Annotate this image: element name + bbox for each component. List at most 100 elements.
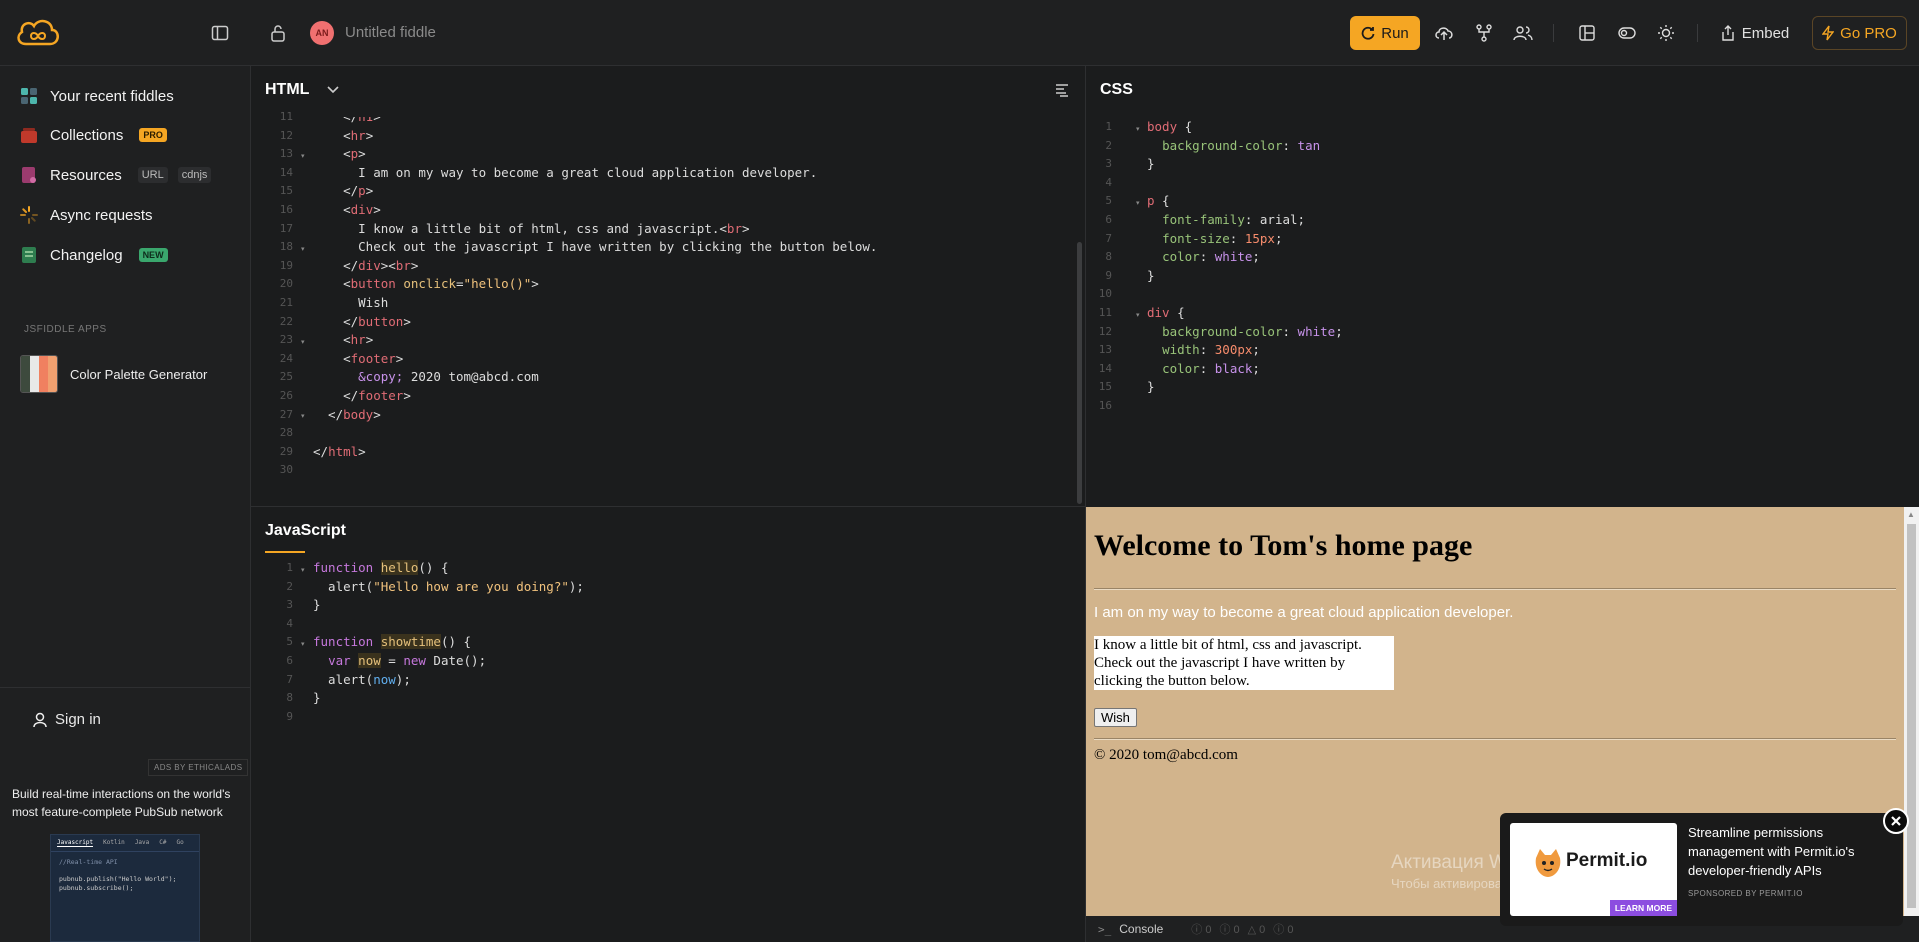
- lightning-icon: [1822, 25, 1835, 41]
- ad-tab: C#: [159, 839, 167, 846]
- theme-sun-icon[interactable]: [1654, 16, 1678, 50]
- permit-text[interactable]: Streamline permissions management with P…: [1688, 823, 1888, 880]
- html-pane: HTML 11 12 13 14 15 16 17 18 19 20 21 22 23 24 25 26 27 2…: [251, 66, 1086, 507]
- embed-label: Embed: [1741, 24, 1790, 42]
- lock-icon[interactable]: [268, 23, 288, 43]
- sidebar-item-label: Async requests: [50, 206, 153, 224]
- run-button[interactable]: Run: [1350, 16, 1420, 50]
- collaborate-icon[interactable]: [1511, 16, 1535, 50]
- preview-div: I know a little bit of html, css and jav…: [1094, 636, 1394, 690]
- html-scrollbar[interactable]: [1077, 242, 1082, 504]
- go-pro-button[interactable]: Go PRO: [1812, 16, 1907, 50]
- console-count: ⓘ 0: [1191, 924, 1212, 936]
- terminal-icon: >_: [1098, 922, 1112, 936]
- preview-heading: Welcome to Tom's home page: [1094, 529, 1473, 562]
- preview-hr: [1094, 738, 1896, 740]
- toolbar-divider: [1553, 24, 1554, 42]
- fiddle-title[interactable]: Untitled fiddle: [345, 24, 436, 41]
- sidebar-item-label: Your recent fiddles: [50, 87, 174, 105]
- pro-badge: PRO: [139, 128, 167, 142]
- console-count: ⓘ 0: [1219, 924, 1240, 936]
- console-label: Console: [1119, 922, 1164, 936]
- sidebar-item-async-requests[interactable]: Async requests: [20, 206, 153, 224]
- css-line-numbers: 1 2 3 4 5 6 7 8 9 10 11 12 13 14 15 16: [1098, 120, 1112, 412]
- grid-icon: [20, 87, 38, 105]
- ad-code-line: pubnub.subscribe();: [59, 883, 134, 892]
- palette-thumbnail-icon: [20, 355, 58, 393]
- scroll-thumb[interactable]: [1907, 524, 1916, 908]
- ad-text[interactable]: Build real-time interactions on the worl…: [12, 785, 242, 821]
- new-badge: NEW: [138, 248, 168, 262]
- css-code[interactable]: body { background-color: tan } p { font-…: [1147, 118, 1343, 397]
- resources-icon: [20, 166, 38, 184]
- cdnjs-chip[interactable]: cdnjs: [177, 167, 212, 183]
- sidebar-divider: [0, 687, 251, 688]
- permit-logo[interactable]: Permit.io LEARN MORE: [1510, 823, 1677, 916]
- sign-in-button[interactable]: Sign in: [33, 711, 101, 728]
- console-count: ⓘ 0: [1273, 924, 1294, 936]
- fold-arrows[interactable]: ▾ ▾ ▾ ▾: [301, 148, 305, 427]
- console-count: △ 0: [1247, 923, 1266, 936]
- go-pro-label: Go PRO: [1840, 24, 1897, 42]
- sidebar-item-collections[interactable]: Collections PRO: [20, 126, 167, 144]
- spinner-icon: [20, 206, 38, 224]
- html-pane-title[interactable]: HTML: [265, 81, 309, 99]
- ad-tab: Kotlin: [103, 839, 125, 846]
- refresh-icon: [1361, 26, 1375, 40]
- app-label: Color Palette Generator: [70, 366, 208, 382]
- ads-by-label[interactable]: ADS BY ETHICALADS: [148, 759, 249, 776]
- app-color-palette-generator[interactable]: Color Palette Generator: [20, 355, 207, 393]
- permit-brand: Permit.io: [1566, 850, 1648, 871]
- run-label: Run: [1381, 24, 1409, 42]
- html-code[interactable]: </h1> <hr> <p> I am on my way to become …: [313, 117, 877, 461]
- sidebar-item-label: Resources: [50, 166, 122, 184]
- close-ad-icon[interactable]: [1883, 808, 1909, 834]
- collections-icon: [20, 126, 38, 144]
- preview-footer: © 2020 tom@abcd.com: [1094, 747, 1238, 763]
- sidebar-item-changelog[interactable]: Changelog NEW: [20, 246, 168, 264]
- ad-image[interactable]: Javascript Kotlin Java C# Go //Real-time…: [50, 834, 200, 942]
- js-pane: JavaScript 123456789 function hello() { …: [251, 507, 1086, 942]
- fork-icon[interactable]: [1472, 16, 1496, 50]
- fold-arrows[interactable]: ▾ ▾: [301, 562, 305, 655]
- changelog-icon: [20, 246, 38, 264]
- share-icon: [1721, 25, 1735, 41]
- preview-hr: [1094, 588, 1896, 590]
- sidebar: Your recent fiddles Collections PRO Reso…: [0, 66, 251, 942]
- embed-button[interactable]: Embed: [1712, 16, 1798, 50]
- top-bar: AN Untitled fiddle Run Embed Go PRO: [0, 0, 1919, 66]
- toggle-icon[interactable]: [1615, 16, 1639, 50]
- permit-mascot-icon: [1534, 848, 1562, 878]
- html-line-numbers: 11 12 13 14 15 16 17 18 19 20 21 22 23 24 25 26 27 28 29 30: [279, 110, 293, 477]
- sidebar-item-resources[interactable]: Resources URL cdnjs: [20, 166, 212, 184]
- toolbar-divider: [1697, 24, 1698, 42]
- sidebar-toggle-icon[interactable]: [210, 23, 230, 43]
- js-pane-title[interactable]: JavaScript: [265, 522, 346, 540]
- permit-learn-more[interactable]: LEARN MORE: [1609, 900, 1677, 916]
- css-pane-title[interactable]: CSS: [1100, 81, 1133, 99]
- avatar[interactable]: AN: [310, 21, 334, 45]
- sidebar-item-recent-fiddles[interactable]: Your recent fiddles: [20, 87, 174, 105]
- apps-heading: JSFIDDLE APPS: [24, 324, 107, 335]
- user-icon: [33, 712, 47, 728]
- wish-button[interactable]: Wish: [1094, 708, 1137, 727]
- jsfiddle-logo-icon[interactable]: [14, 14, 62, 50]
- permit-sponsor: SPONSORED BY PERMIT.IO: [1688, 889, 1803, 898]
- layout-icon[interactable]: [1575, 16, 1599, 50]
- ad-code-line: [59, 867, 191, 876]
- js-tab-underline: [265, 551, 305, 553]
- js-code[interactable]: function hello() { alert("Hello how are …: [313, 559, 584, 708]
- url-chip[interactable]: URL: [137, 167, 168, 183]
- permit-ad[interactable]: Permit.io LEARN MORE Streamline permissi…: [1500, 813, 1903, 926]
- fold-arrows[interactable]: ▾ ▾ ▾: [1136, 121, 1140, 326]
- upload-cloud-icon[interactable]: [1432, 16, 1456, 50]
- scroll-up-arrow-icon[interactable]: ▲: [1907, 510, 1915, 519]
- format-icon[interactable]: [1054, 82, 1070, 98]
- sidebar-item-label: Changelog: [50, 246, 123, 264]
- preview-paragraph: I am on my way to become a great cloud a…: [1094, 604, 1514, 621]
- chevron-down-icon[interactable]: [325, 82, 341, 98]
- ad-tab: Java: [134, 839, 150, 846]
- ad-tab: Go: [176, 839, 184, 846]
- sidebar-item-label: Collections: [50, 126, 124, 144]
- js-line-numbers: 123456789: [286, 561, 293, 723]
